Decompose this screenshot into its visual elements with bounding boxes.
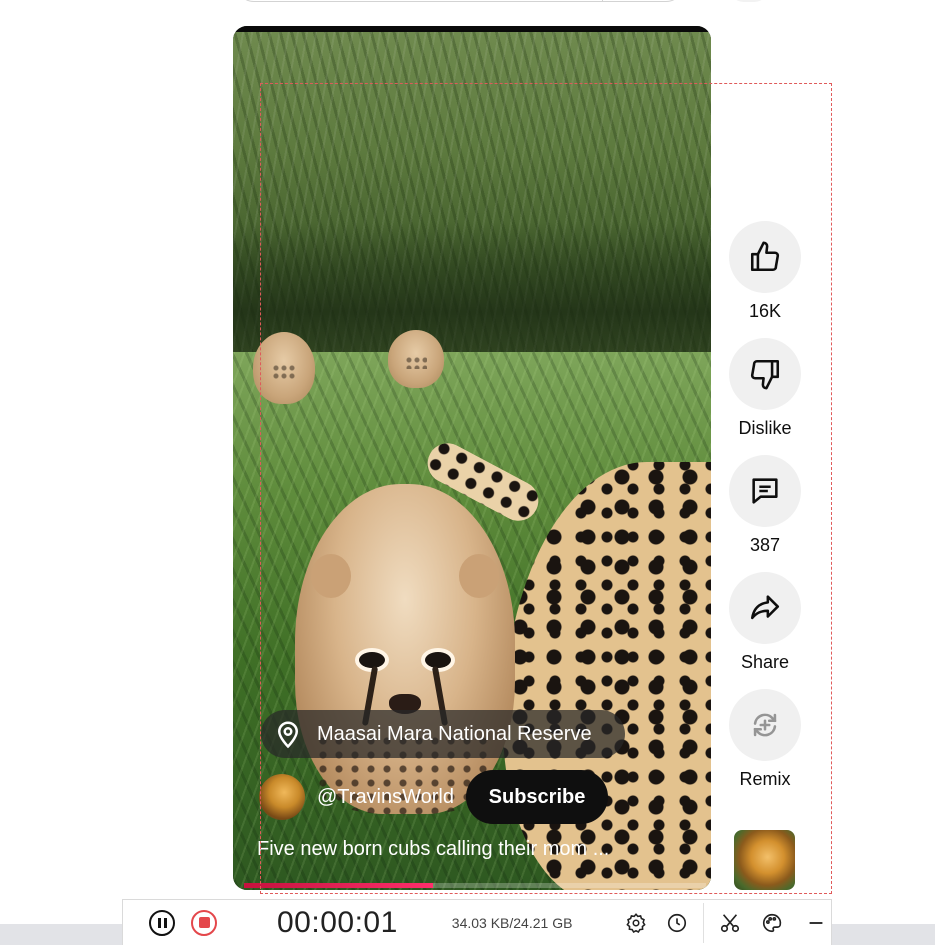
like-action[interactable]: 16K: [729, 221, 801, 338]
comments-action[interactable]: 387: [729, 455, 801, 572]
like-count: 16K: [748, 301, 782, 321]
share-action[interactable]: Share: [729, 572, 801, 689]
page: Maasai Mara National Reserve @TravinsWor…: [0, 0, 935, 945]
minus-icon: [810, 921, 823, 924]
share-icon: [750, 595, 780, 620]
search-bar-remnant[interactable]: [236, 0, 684, 2]
pause-button[interactable]: [149, 909, 175, 936]
remix-icon: [753, 713, 777, 737]
voice-search-remnant[interactable]: [728, 0, 770, 2]
clock-icon: [668, 913, 687, 932]
dislike-label: Dislike: [738, 418, 792, 438]
dislike-button[interactable]: [729, 338, 801, 410]
comment-icon: [752, 478, 778, 504]
subscribe-button[interactable]: Subscribe: [466, 770, 608, 824]
recording-toolbar: 00:00:01 34.03 KB/24.21 GB: [122, 899, 832, 945]
cheetah-cub-middle: [388, 330, 444, 388]
pause-icon-bar: [157, 917, 161, 928]
comment-count: 387: [749, 535, 781, 555]
annotate-button[interactable]: [760, 911, 784, 935]
scissors-icon: [721, 913, 740, 932]
gear-icon: [626, 912, 647, 933]
progress-fill: [244, 883, 434, 888]
pause-icon-bar: [163, 917, 167, 928]
cheetah-cub-front: [295, 484, 515, 814]
action-rail: 16K Dislike 387 Share Remix: [729, 221, 801, 806]
dislike-action[interactable]: Dislike: [729, 338, 801, 455]
sound-thumbnail[interactable]: [734, 830, 795, 890]
remix-label: Remix: [739, 769, 791, 789]
like-button[interactable]: [729, 221, 801, 293]
share-label: Share: [740, 652, 790, 672]
schedule-button[interactable]: [665, 911, 689, 935]
thumbs-down-icon: [750, 359, 780, 390]
share-button[interactable]: [729, 572, 801, 644]
trim-button[interactable]: [718, 911, 742, 935]
channel-name[interactable]: @TravinsWorld: [317, 786, 454, 809]
cub-eye-right: [425, 652, 451, 668]
minimize-button[interactable]: [804, 911, 828, 935]
toolbar-divider: [703, 902, 705, 943]
palette-icon: [763, 913, 782, 932]
stop-icon: [198, 917, 210, 928]
remix-button[interactable]: [729, 689, 801, 761]
video-frame: [233, 32, 711, 890]
cheetah-cub-left: [253, 332, 315, 404]
recording-timer: 00:00:01: [277, 905, 398, 939]
channel-avatar[interactable]: [259, 774, 305, 820]
location-pin-icon: [277, 721, 299, 749]
settings-button[interactable]: [624, 911, 648, 935]
cub-ear-right: [459, 554, 499, 598]
location-chip[interactable]: Maasai Mara National Reserve: [261, 710, 625, 758]
comments-button[interactable]: [729, 455, 801, 527]
stop-button[interactable]: [191, 909, 217, 936]
channel-row: @TravinsWorld Subscribe: [259, 770, 608, 824]
thumbs-up-icon: [750, 241, 780, 272]
video-title[interactable]: Five new born cubs calling their mom ...: [257, 838, 647, 861]
remix-action[interactable]: Remix: [729, 689, 801, 806]
location-name: Maasai Mara National Reserve: [317, 722, 592, 745]
search-divider: [602, 0, 603, 1]
cub-ear-left: [311, 554, 351, 598]
cub-eye-left: [359, 652, 385, 668]
shorts-video-player[interactable]: [233, 26, 711, 890]
file-size-readout: 34.03 KB/24.21 GB: [451, 914, 573, 931]
